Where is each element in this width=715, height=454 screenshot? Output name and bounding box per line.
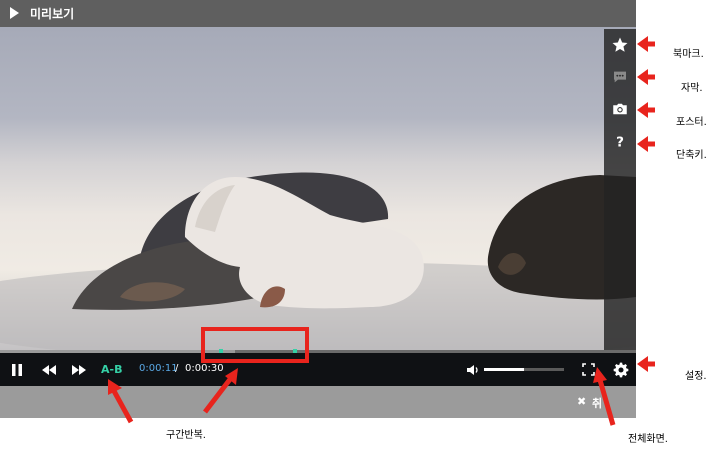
arrow-bookmark	[637, 36, 655, 52]
arrow-shortcut	[637, 136, 655, 152]
annotation-subtitle: 자막.	[681, 83, 703, 94]
annotation-settings: 설정.	[685, 371, 707, 382]
annotation-bookmark: 북마크.	[673, 49, 704, 60]
annotation-fullscreen: 전체화면.	[628, 434, 668, 445]
arrow-settings	[637, 356, 655, 372]
arrow-poster	[637, 102, 655, 118]
arrow-fullscreen	[593, 367, 616, 426]
annotation-arrows	[108, 36, 655, 426]
arrow-ab-box	[203, 368, 238, 414]
annotation-ab-repeat: 구간반복.	[166, 430, 206, 441]
annotation-poster: 포스터.	[676, 117, 707, 128]
player-window: 미리보기 ? A-B 0:00:11 / 0:00:30 ✖ 취 북마크. 자막…	[0, 0, 715, 454]
annotation-shortcut: 단축키.	[676, 150, 707, 161]
arrow-ab-repeat	[108, 379, 134, 424]
arrow-subtitle	[637, 69, 655, 85]
